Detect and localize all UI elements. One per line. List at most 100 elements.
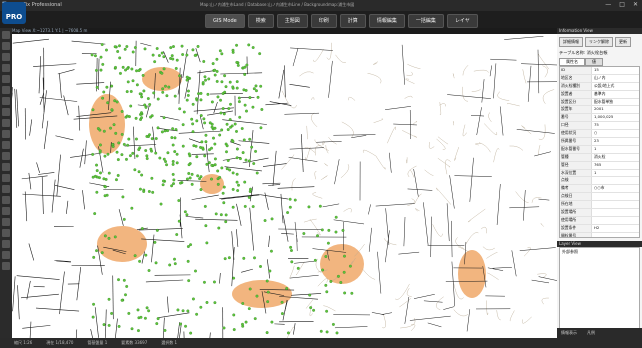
hydrant-node[interactable]: [137, 148, 141, 152]
hydrant-node[interactable]: [181, 53, 185, 56]
hydrant-node[interactable]: [280, 300, 284, 304]
hydrant-node[interactable]: [222, 112, 226, 116]
pipe-segment[interactable]: [368, 227, 372, 252]
pipe-segment[interactable]: [538, 276, 557, 282]
pipe-segment[interactable]: [188, 138, 201, 144]
hydrant-node[interactable]: [147, 190, 151, 193]
hydrant-node[interactable]: [220, 52, 224, 56]
hydrant-node[interactable]: [156, 317, 160, 321]
hydrant-node[interactable]: [216, 169, 220, 173]
hydrant-node[interactable]: [178, 107, 182, 111]
hydrant-node[interactable]: [180, 44, 184, 48]
pipe-segment[interactable]: [220, 72, 263, 75]
tool-icon[interactable]: [2, 174, 10, 182]
hydrant-node[interactable]: [327, 228, 331, 232]
hydrant-node[interactable]: [321, 268, 325, 272]
pipe-segment[interactable]: [377, 251, 382, 294]
pipe-segment[interactable]: [531, 279, 550, 284]
hydrant-node[interactable]: [196, 44, 200, 48]
hydrant-node[interactable]: [210, 146, 213, 150]
pipe-segment[interactable]: [262, 182, 281, 185]
hydrant-node[interactable]: [232, 276, 236, 280]
hydrant-node[interactable]: [309, 306, 313, 310]
attribute-value[interactable]: 配水管単独: [592, 99, 639, 106]
hydrant-node[interactable]: [140, 111, 143, 115]
hydrant-node[interactable]: [149, 147, 153, 151]
hydrant-node[interactable]: [103, 185, 107, 189]
hydrant-node[interactable]: [241, 151, 245, 155]
hydrant-node[interactable]: [130, 206, 134, 210]
hydrant-node[interactable]: [222, 185, 226, 189]
hydrant-node[interactable]: [98, 128, 102, 132]
attribute-row[interactable]: 地区名 山ノ内: [560, 74, 639, 83]
hydrant-node[interactable]: [215, 69, 219, 73]
attribute-row[interactable]: 番号 1,000,025: [560, 114, 639, 123]
hydrant-node[interactable]: [339, 281, 343, 284]
hydrant-node[interactable]: [138, 259, 142, 263]
hydrant-node[interactable]: [130, 67, 134, 71]
hydrant-node[interactable]: [213, 126, 217, 130]
hydrant-node[interactable]: [204, 78, 207, 82]
pipe-segment[interactable]: [322, 203, 340, 208]
hydrant-node[interactable]: [115, 100, 119, 104]
hydrant-node[interactable]: [268, 269, 272, 273]
hydrant-node[interactable]: [235, 43, 239, 47]
hydrant-node[interactable]: [103, 234, 107, 238]
hydrant-node[interactable]: [103, 194, 107, 198]
map-view[interactable]: [12, 34, 557, 338]
hydrant-node[interactable]: [151, 53, 155, 57]
hydrant-node[interactable]: [98, 149, 102, 153]
pipe-segment[interactable]: [82, 190, 85, 210]
hydrant-node[interactable]: [285, 287, 289, 290]
hydrant-node[interactable]: [188, 176, 192, 180]
hydrant-node[interactable]: [120, 298, 124, 302]
pipe-segment[interactable]: [283, 215, 289, 242]
hydrant-node[interactable]: [117, 324, 121, 328]
hydrant-node[interactable]: [204, 133, 208, 137]
hydrant-node[interactable]: [190, 172, 194, 176]
hydrant-node[interactable]: [156, 126, 160, 130]
hydrant-node[interactable]: [325, 330, 329, 334]
pipe-segment[interactable]: [71, 40, 106, 45]
hydrant-node[interactable]: [137, 170, 141, 174]
hydrant-node[interactable]: [265, 331, 269, 335]
hydrant-node[interactable]: [223, 74, 227, 78]
hydrant-node[interactable]: [219, 111, 223, 115]
hydrant-node[interactable]: [265, 279, 269, 283]
attribute-value[interactable]: 23: [592, 138, 639, 145]
hydrant-node[interactable]: [243, 103, 247, 107]
pipe-segment[interactable]: [375, 203, 415, 207]
attribute-value[interactable]: 1,000,025: [592, 114, 639, 121]
hydrant-node[interactable]: [190, 117, 194, 121]
hydrant-node[interactable]: [95, 163, 98, 167]
pipe-segment[interactable]: [16, 89, 19, 127]
hydrant-node[interactable]: [115, 178, 118, 182]
hydrant-node[interactable]: [213, 280, 216, 284]
hydrant-node[interactable]: [270, 320, 274, 324]
attribute-row[interactable]: 所属番号 23: [560, 138, 639, 146]
hydrant-node[interactable]: [179, 322, 182, 326]
hydrant-node[interactable]: [194, 269, 197, 273]
hydrant-node[interactable]: [212, 136, 215, 140]
hydrant-node[interactable]: [226, 128, 230, 132]
hydrant-node[interactable]: [205, 162, 209, 166]
pipe-segment[interactable]: [268, 235, 270, 248]
pipe-segment[interactable]: [409, 315, 451, 321]
hydrant-node[interactable]: [189, 331, 193, 335]
hydrant-node[interactable]: [116, 50, 120, 53]
hydrant-node[interactable]: [107, 297, 111, 301]
pipe-segment[interactable]: [141, 238, 185, 242]
hydrant-node[interactable]: [293, 198, 297, 202]
menu-item-1[interactable]: 検索: [247, 14, 274, 28]
hydrant-node[interactable]: [266, 300, 270, 304]
hydrant-node[interactable]: [210, 122, 214, 126]
pipe-segment[interactable]: [537, 49, 540, 94]
hydrant-node[interactable]: [177, 219, 181, 223]
hydrant-node[interactable]: [219, 98, 222, 102]
service-area[interactable]: [97, 226, 147, 262]
hydrant-node[interactable]: [237, 183, 240, 187]
hydrant-node[interactable]: [343, 291, 347, 295]
hydrant-node[interactable]: [348, 264, 352, 268]
hydrant-node[interactable]: [191, 48, 195, 52]
hydrant-node[interactable]: [187, 152, 191, 156]
